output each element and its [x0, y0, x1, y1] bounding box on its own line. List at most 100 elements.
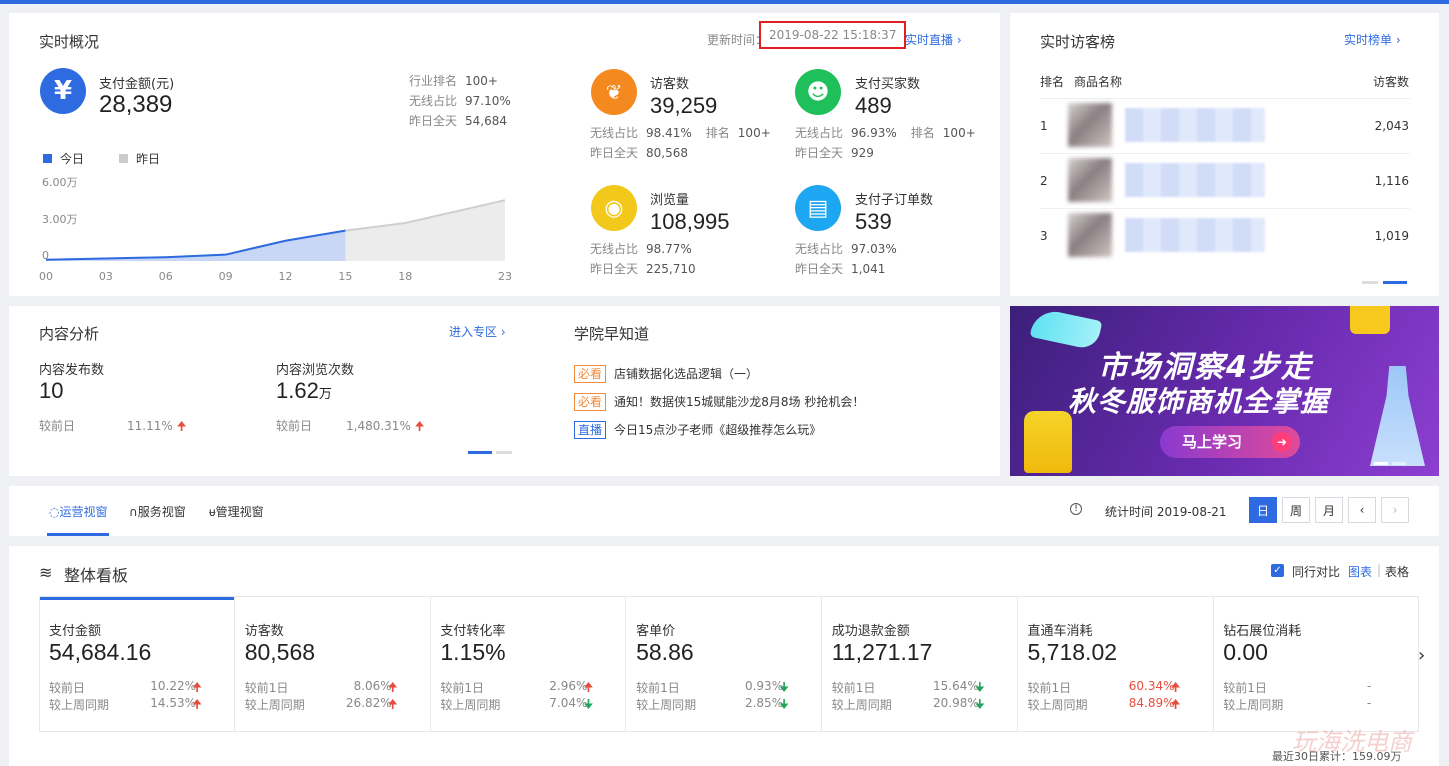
- compare-checkbox[interactable]: ✓: [1271, 564, 1284, 577]
- promo-banner[interactable]: 市场洞察4步走 秋冬服饰商机全掌握 马上学习 ➜: [1010, 306, 1439, 476]
- content-carousel-dot[interactable]: [496, 451, 512, 454]
- banner-dot-active[interactable]: [1374, 462, 1388, 465]
- col-rank: 排名: [1040, 75, 1065, 89]
- metric-value: 11,271.17: [831, 639, 933, 665]
- metric-label: 支付金额: [49, 624, 102, 639]
- metric-value: 54,684.16: [49, 639, 152, 665]
- suborders-value: 539: [855, 209, 892, 234]
- period-month-button[interactable]: 月: [1315, 497, 1343, 523]
- metric-label: 访客数: [244, 624, 284, 639]
- banner-bag-image: [1350, 306, 1390, 334]
- col-name: 商品名称: [1074, 75, 1123, 89]
- metric-compare-day: 较前1日: [440, 681, 485, 695]
- metric-pct-week: 84.89%: [1128, 696, 1175, 710]
- metric-compare-day: 较前1日: [831, 681, 876, 695]
- visitors-wireless: 无线占比 98.41% 排名 100+: [590, 126, 771, 140]
- product-name-blurred: [1125, 163, 1265, 197]
- visitors-label: 访客数: [650, 77, 690, 92]
- enter-zone-link[interactable]: 进入专区 ›: [449, 323, 506, 340]
- suborders-label: 支付子订单数: [855, 193, 934, 208]
- next-date-button[interactable]: ›: [1381, 497, 1409, 523]
- carousel-dot[interactable]: [1362, 281, 1378, 284]
- metric-compare-day: 较前1日: [1223, 681, 1267, 695]
- academy-item-3[interactable]: 直播 今日15点沙子老师《超级推荐怎么玩》: [574, 421, 821, 439]
- payment-side-3: 昨日全天 54,684: [409, 114, 508, 128]
- overview-title: 实时概况: [39, 33, 100, 51]
- metric-tile[interactable]: 客单价 58.86 较前1日 0.93% 🠋 较上周同期 2.85% 🠋: [627, 597, 823, 731]
- metric-compare-day: 较前1日: [244, 681, 289, 695]
- buyers-label: 支付买家数: [855, 77, 921, 92]
- compare-label[interactable]: 同行对比: [1292, 563, 1340, 580]
- arrow-up-icon: 🠉: [414, 419, 425, 433]
- product-name-blurred: [1125, 108, 1265, 142]
- x-tick-label: 15: [338, 270, 352, 283]
- layers-icon: ≋: [39, 563, 53, 582]
- metric-value: 58.86: [636, 639, 694, 665]
- x-tick-label: 12: [278, 270, 292, 283]
- banner-cta-button[interactable]: 马上学习 ➜: [1160, 426, 1300, 458]
- views-pct: 1,480.31% 🠉: [346, 419, 425, 433]
- metrics-next-button[interactable]: ›: [1418, 645, 1425, 666]
- payment-side-1: 行业排名 100+: [409, 74, 498, 88]
- metric-compare-week: 较上周同期: [440, 698, 501, 712]
- visitor-rank-title: 实时访客榜: [1040, 33, 1116, 51]
- col-visits: 访客数: [1372, 75, 1409, 89]
- content-card: 内容分析 进入专区 › 内容发布数 10 较前日 11.11% 🠉 内容浏览次数…: [9, 306, 1000, 476]
- academy-tag: 必看: [574, 393, 607, 411]
- metric-tile[interactable]: 直通车消耗 5,718.02 较前1日 60.34% 🠉 较上周同期 84.89% 🠉: [1019, 597, 1214, 731]
- arrow-down-icon: 🠋: [974, 697, 985, 711]
- metric-tile[interactable]: 支付转化率 1.15% 较前1日 2.96% 🠉 较上周同期 7.04% 🠋: [431, 597, 627, 731]
- metric-compare-week: 较上周同期: [1027, 698, 1088, 712]
- chevron-right-icon: ›: [1418, 645, 1426, 666]
- metric-label: 客单价: [636, 624, 676, 639]
- metric-compare-day: 较前日: [49, 681, 86, 695]
- x-tick-label: 18: [398, 270, 412, 283]
- posts-value: 10: [39, 378, 64, 403]
- headset-icon: ◌: [49, 505, 60, 519]
- visitors-yesterday: 昨日全天 80,568: [590, 146, 689, 160]
- prev-date-button[interactable]: ‹: [1348, 497, 1376, 523]
- content-carousel-dot-active[interactable]: [468, 451, 492, 454]
- metric-tile[interactable]: 访客数 80,568 较前1日 8.06% 🠉 较上周同期 26.82% 🠉: [236, 597, 431, 731]
- view-separator: |: [1377, 563, 1382, 577]
- x-tick-label: 06: [159, 270, 173, 283]
- live-link[interactable]: 实时直播 ›: [905, 31, 962, 48]
- info-icon[interactable]: !: [1070, 503, 1082, 515]
- view-chart-toggle[interactable]: 图表: [1348, 563, 1372, 580]
- metric-tile[interactable]: 成功退款金额 11,271.17 较前1日 15.64% 🠋 较上周同期 20.98% 🠋: [823, 597, 1018, 731]
- banner-line-2: 秋冬服饰商机全掌握: [1068, 385, 1330, 418]
- view-table-toggle[interactable]: 表格: [1385, 563, 1409, 580]
- overview-card: 实时概况 更新时间： 2019-08-22 15:18:37 实时直播 › ¥ …: [9, 13, 1000, 296]
- banner-dot[interactable]: [1392, 462, 1406, 465]
- buyer-icon: ☻: [795, 69, 841, 115]
- metric-compare-week: 较上周同期: [636, 698, 697, 712]
- arrow-down-icon: 🠋: [779, 697, 790, 711]
- arrow-right-icon: ➜: [1272, 432, 1292, 452]
- academy-item-2[interactable]: 必看 通知！数据侠15城赋能沙龙8月8场 秒抢机会！: [574, 393, 864, 411]
- board-title: 整体看板: [64, 566, 129, 585]
- rank-list-link[interactable]: 实时榜单 ›: [1344, 31, 1401, 48]
- rank-divider: [1040, 98, 1410, 99]
- metric-tile[interactable]: 钻石展位消耗 0.00 较前1日 - 较上周同期 -: [1214, 597, 1409, 731]
- tab-management[interactable]: ᵾ管理视窗: [209, 503, 264, 520]
- posts-pct: 11.11% 🠉: [127, 419, 187, 433]
- pageviews-wireless: 无线占比 98.77%: [590, 242, 692, 256]
- academy-item-1[interactable]: 必看 店铺数据化选品逻辑（一）: [574, 365, 758, 383]
- product-thumbnail: [1068, 103, 1112, 147]
- academy-title: 学院早知道: [574, 325, 650, 343]
- tab-service[interactable]: ∩服务视窗: [129, 503, 186, 520]
- carousel-dot-active[interactable]: [1383, 281, 1407, 284]
- visitor-rank-card: 实时访客榜 实时榜单 › 排名 商品名称 访客数 1 2,043 2 1,116…: [1010, 13, 1439, 296]
- arrow-down-icon: 🠋: [583, 697, 594, 711]
- pageviews-yesterday: 昨日全天 225,710: [590, 262, 696, 276]
- metric-pct-week: 20.98%: [933, 696, 979, 710]
- metric-pct-day: -: [1366, 679, 1372, 693]
- tab-active-underline: [47, 533, 109, 536]
- chevron-right-icon: ›: [1392, 503, 1398, 517]
- period-week-button[interactable]: 周: [1282, 497, 1310, 523]
- product-thumbnail: [1068, 213, 1112, 257]
- top-accent-bar: [0, 0, 1449, 4]
- period-day-button[interactable]: 日: [1249, 497, 1277, 523]
- tab-operations[interactable]: ◌运营视窗: [49, 503, 108, 520]
- metric-tile[interactable]: 支付金额 54,684.16 较前日 10.22% 🠉 较上周同期 14.53% 🠉: [40, 597, 235, 731]
